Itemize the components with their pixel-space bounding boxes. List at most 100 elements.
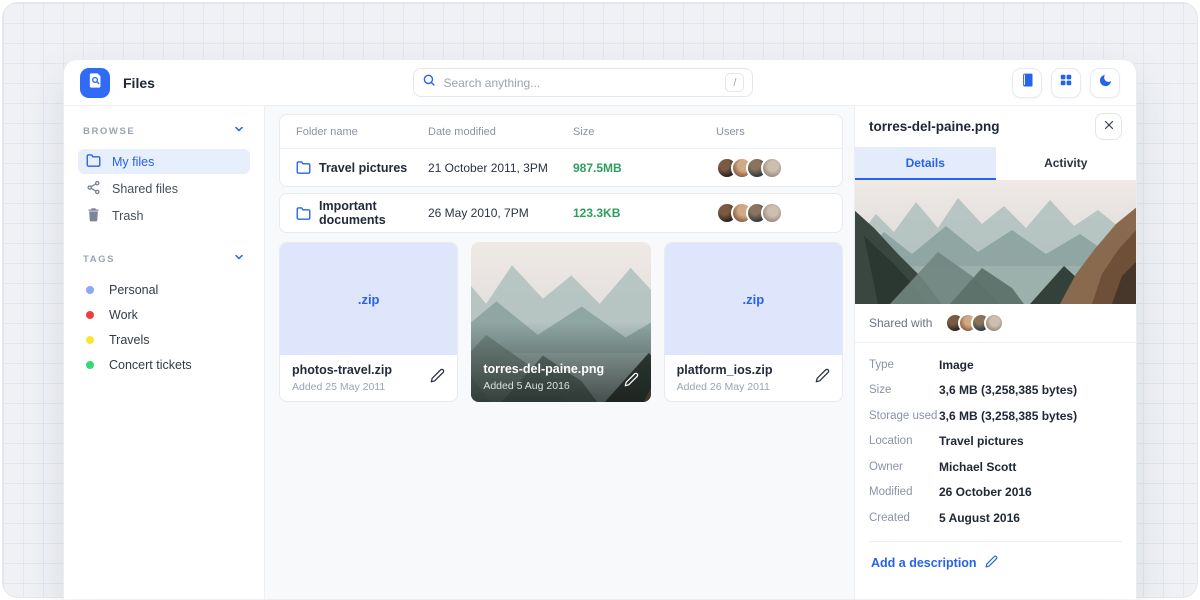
share-icon bbox=[86, 180, 101, 198]
file-added-date: Added 5 Aug 2016 bbox=[483, 380, 623, 392]
sidebar-item-trash[interactable]: Trash bbox=[78, 203, 250, 228]
app-header: Files / bbox=[64, 60, 1136, 106]
tag-item-work[interactable]: Work bbox=[78, 302, 250, 327]
detail-row-size: Size 3,6 MB (3,258,385 bytes) bbox=[869, 378, 1122, 404]
file-details-list: Type Image Size 3,6 MB (3,258,385 bytes)… bbox=[855, 343, 1136, 542]
tag-item-concert-tickets[interactable]: Concert tickets bbox=[78, 352, 250, 377]
close-icon bbox=[1103, 118, 1115, 136]
tab-activity[interactable]: Activity bbox=[996, 147, 1137, 180]
table-header-row: Folder name Date modified Size Users bbox=[280, 115, 842, 148]
detail-row-storage-used: Storage used 3,6 MB (3,258,385 bytes) bbox=[869, 403, 1122, 429]
table-row-travel-pictures[interactable]: Travel pictures 21 October 2011, 3PM 987… bbox=[280, 148, 842, 186]
add-description-label: Add a description bbox=[871, 556, 977, 570]
tag-color-dot bbox=[86, 361, 94, 369]
file-name: photos-travel.zip bbox=[292, 363, 430, 377]
tag-label: Personal bbox=[109, 283, 158, 297]
shared-users-avatars bbox=[716, 157, 826, 179]
tag-color-dot bbox=[86, 311, 94, 319]
file-added-date: Added 26 May 2011 bbox=[677, 381, 815, 393]
desktop-background: Files / bbox=[2, 2, 1198, 598]
add-description-button[interactable]: Add a description bbox=[855, 542, 1136, 584]
moon-icon bbox=[1098, 73, 1113, 93]
close-panel-button[interactable] bbox=[1095, 113, 1122, 140]
file-name: torres-del-paine.png bbox=[483, 362, 623, 376]
pencil-icon[interactable] bbox=[815, 368, 830, 388]
book-icon bbox=[1020, 73, 1035, 93]
tag-label: Travels bbox=[109, 333, 150, 347]
file-name: platform_ios.zip bbox=[677, 363, 815, 377]
file-preview-image bbox=[855, 180, 1136, 304]
app-logo bbox=[80, 68, 110, 98]
shared-users-avatars bbox=[716, 202, 826, 224]
date-modified: 26 May 2010, 7PM bbox=[428, 206, 573, 220]
panel-tabs: Details Activity bbox=[855, 147, 1136, 180]
sidebar-item-shared-files[interactable]: Shared files bbox=[78, 176, 250, 201]
search-icon bbox=[422, 73, 436, 92]
folder-size: 123.3KB bbox=[573, 206, 716, 220]
folders-table: Folder name Date modified Size Users Tra… bbox=[279, 114, 843, 187]
detail-row-created: Created 5 August 2016 bbox=[869, 505, 1122, 531]
tag-color-dot bbox=[86, 336, 94, 344]
tab-details[interactable]: Details bbox=[855, 147, 996, 180]
header-center: / bbox=[155, 68, 1012, 97]
tags-section-label: TAGS bbox=[83, 254, 115, 265]
zip-thumbnail: .zip bbox=[665, 243, 842, 355]
column-header-size: Size bbox=[573, 126, 716, 138]
grid-view-button[interactable] bbox=[1051, 68, 1081, 98]
file-added-date: Added 25 May 2011 bbox=[292, 381, 430, 393]
dark-mode-button[interactable] bbox=[1090, 68, 1120, 98]
pencil-icon bbox=[985, 555, 998, 571]
file-card-platform-ios-zip[interactable]: .zip platform_ios.zip Added 26 May 2011 bbox=[664, 242, 843, 402]
tag-item-personal[interactable]: Personal bbox=[78, 277, 250, 302]
avatar bbox=[984, 313, 1004, 333]
folder-icon bbox=[86, 153, 101, 171]
pencil-icon[interactable] bbox=[430, 368, 445, 388]
details-panel: torres-del-paine.png Details Activity Sh… bbox=[854, 106, 1136, 599]
app-title: Files bbox=[123, 75, 155, 91]
avatar bbox=[761, 157, 783, 179]
sidebar-item-label: Shared files bbox=[112, 182, 178, 196]
chevron-down-icon[interactable] bbox=[233, 122, 245, 140]
column-header-users: Users bbox=[716, 126, 826, 138]
file-card-photos-travel-zip[interactable]: .zip photos-travel.zip Added 25 May 2011 bbox=[279, 242, 458, 402]
files-app-window: Files / bbox=[63, 59, 1137, 599]
shared-with-label: Shared with bbox=[869, 316, 932, 330]
file-search-icon bbox=[87, 72, 104, 94]
detail-row-type: Type Image bbox=[869, 352, 1122, 378]
column-header-folder-name: Folder name bbox=[296, 126, 428, 138]
sidebar-item-label: My files bbox=[112, 155, 154, 169]
grid-icon bbox=[1059, 73, 1073, 92]
avatar bbox=[761, 202, 783, 224]
file-card-torres-del-paine-png[interactable]: torres-del-paine.png Added 5 Aug 2016 bbox=[471, 242, 650, 402]
shared-with-row: Shared with bbox=[855, 304, 1136, 343]
zip-badge: .zip bbox=[742, 292, 764, 307]
library-button[interactable] bbox=[1012, 68, 1042, 98]
sidebar-item-my-files[interactable]: My files bbox=[78, 149, 250, 174]
tags-section-header[interactable]: TAGS bbox=[78, 250, 250, 268]
chevron-down-icon[interactable] bbox=[233, 250, 245, 268]
zip-thumbnail: .zip bbox=[280, 243, 457, 355]
pencil-icon[interactable] bbox=[624, 372, 639, 392]
tag-label: Concert tickets bbox=[109, 358, 192, 372]
file-cards-row: .zip photos-travel.zip Added 25 May 2011 bbox=[279, 242, 843, 402]
panel-title: torres-del-paine.png bbox=[869, 119, 1000, 134]
tag-label: Work bbox=[109, 308, 138, 322]
folder-icon bbox=[296, 160, 311, 175]
main-content: Folder name Date modified Size Users Tra… bbox=[265, 106, 854, 599]
browse-section-label: BROWSE bbox=[83, 126, 135, 137]
browse-section-header[interactable]: BROWSE bbox=[78, 122, 250, 140]
sidebar-item-label: Trash bbox=[112, 209, 144, 223]
folder-icon bbox=[296, 206, 311, 221]
table-row-important-documents[interactable]: Important documents 26 May 2010, 7PM 123… bbox=[280, 194, 842, 232]
search-input[interactable] bbox=[443, 76, 725, 90]
trash-icon bbox=[86, 207, 101, 225]
shared-with-avatars[interactable] bbox=[945, 313, 1004, 333]
folder-name: Important documents bbox=[319, 199, 428, 227]
tag-item-travels[interactable]: Travels bbox=[78, 327, 250, 352]
search-bar[interactable]: / bbox=[413, 68, 753, 97]
detail-row-owner: Owner Michael Scott bbox=[869, 454, 1122, 480]
detail-row-location: Location Travel pictures bbox=[869, 429, 1122, 455]
folder-name: Travel pictures bbox=[319, 161, 407, 175]
folder-size: 987.5MB bbox=[573, 161, 716, 175]
sidebar: BROWSE My files Shared files bbox=[64, 106, 265, 599]
